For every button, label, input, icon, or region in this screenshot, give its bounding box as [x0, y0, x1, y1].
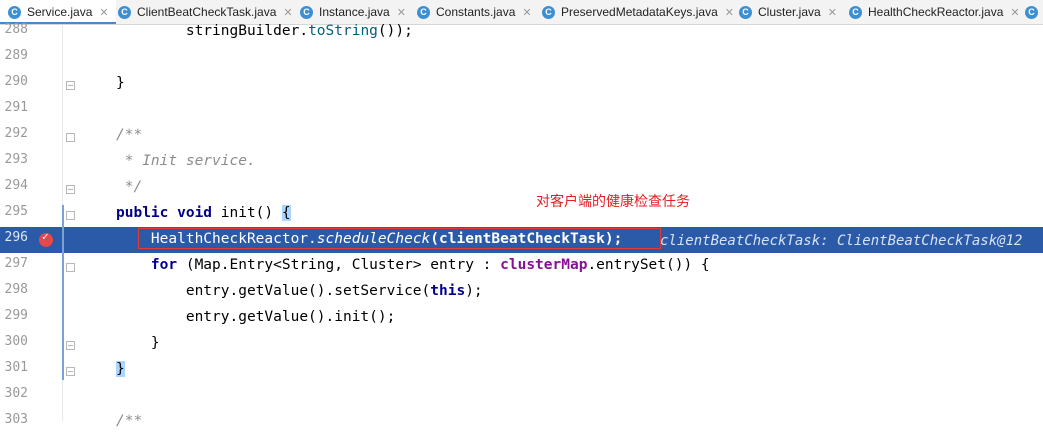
code-line-297: for (Map.Entry<String, Cluster> entry : … [0, 253, 1043, 279]
code-text: for (Map.Entry<String, Cluster> entry : … [116, 257, 710, 273]
line-number: 301 [4, 360, 28, 375]
code-line-303: /** [0, 409, 1043, 435]
code-text: entry.getValue().init(); [116, 309, 396, 325]
line-number: 289 [4, 48, 28, 63]
line-number: 303 [4, 412, 28, 427]
close-icon[interactable]: ✕ [397, 6, 406, 19]
code-line-290: } [0, 71, 1043, 97]
java-class-icon: C [542, 5, 555, 19]
line-number: 299 [4, 308, 28, 323]
fold-start-icon[interactable] [66, 211, 75, 220]
code-text: entry.getValue().setService(this); [116, 283, 483, 299]
line-number: 294 [4, 178, 28, 193]
code-line-293: * Init service. [0, 149, 1043, 175]
tab-label: HealthCheckReactor.java [868, 5, 1004, 19]
close-icon[interactable]: ✕ [828, 6, 837, 19]
fold-start-icon[interactable] [66, 133, 75, 142]
code-text: } [116, 75, 125, 91]
close-icon[interactable]: ✕ [1010, 6, 1019, 19]
line-number: 297 [4, 256, 28, 271]
annotation-text: 对客户端的健康检查任务 [536, 194, 690, 210]
code-text: stringBuilder.toString()); [116, 23, 413, 39]
java-class-icon: C [118, 5, 131, 19]
code-line-299: entry.getValue().init(); [0, 305, 1043, 331]
java-class-icon: C [1025, 5, 1038, 19]
fold-start-icon[interactable] [66, 263, 75, 272]
code-comment: /** [116, 127, 143, 143]
java-class-icon: C [8, 5, 21, 19]
code-line-298: entry.getValue().setService(this); [0, 279, 1043, 305]
line-number: 302 [4, 386, 28, 401]
close-icon[interactable]: ✕ [725, 6, 734, 19]
tab-label: ClientBeatCheckTask.java [137, 5, 277, 19]
fold-end-icon[interactable] [66, 367, 75, 376]
code-comment: */ [116, 179, 143, 195]
line-number: 291 [4, 100, 28, 115]
line-number: 292 [4, 126, 28, 141]
close-icon[interactable]: ✕ [522, 6, 531, 19]
close-icon[interactable]: ✕ [283, 6, 292, 19]
java-class-icon: C [300, 5, 313, 19]
code-line-295: public void init() { [0, 201, 1043, 227]
code-comment: /** [116, 413, 143, 429]
code-text: public void init() { [116, 205, 291, 221]
fold-end-icon[interactable] [66, 341, 75, 350]
fold-end-icon[interactable] [66, 185, 75, 194]
code-text: } [116, 335, 160, 351]
line-number: 290 [4, 74, 28, 89]
line-number: 300 [4, 334, 28, 349]
annotation-highlight-box [138, 228, 661, 249]
code-line-288: stringBuilder.toString()); [0, 19, 1043, 45]
code-editor[interactable]: stringBuilder.toString()); } /** * Init … [0, 23, 1043, 429]
tab-label: Constants.java [436, 5, 516, 19]
tab-label: Cluster.java [758, 5, 821, 19]
line-number: 293 [4, 152, 28, 167]
code-line-294: */ [0, 175, 1043, 201]
code-comment: * Init service. [116, 153, 256, 169]
fold-end-icon[interactable] [66, 81, 75, 90]
java-class-icon: C [417, 5, 430, 19]
java-class-icon: C [849, 5, 862, 19]
line-number: 298 [4, 282, 28, 297]
line-number: 288 [4, 22, 28, 37]
tab-label: PreservedMetadataKeys.java [561, 5, 718, 19]
code-text: } [116, 361, 125, 377]
java-class-icon: C [739, 5, 752, 19]
code-line-292: /** [0, 123, 1043, 149]
scope-bracket [62, 205, 64, 380]
debug-inline-value: clientBeatCheckTask: ClientBeatCheckTask… [660, 233, 1023, 249]
close-icon[interactable]: ✕ [99, 6, 108, 19]
line-number: 295 [4, 204, 28, 219]
code-line-300: } [0, 331, 1043, 357]
line-number: 296 [4, 230, 28, 245]
tab-label: Instance.java [319, 5, 390, 19]
tab-label: Service.java [27, 5, 93, 19]
code-line-301: } [0, 357, 1043, 383]
line-number-gutter: 288 289 290 291 292 293 294 295 296 297 … [0, 22, 60, 427]
